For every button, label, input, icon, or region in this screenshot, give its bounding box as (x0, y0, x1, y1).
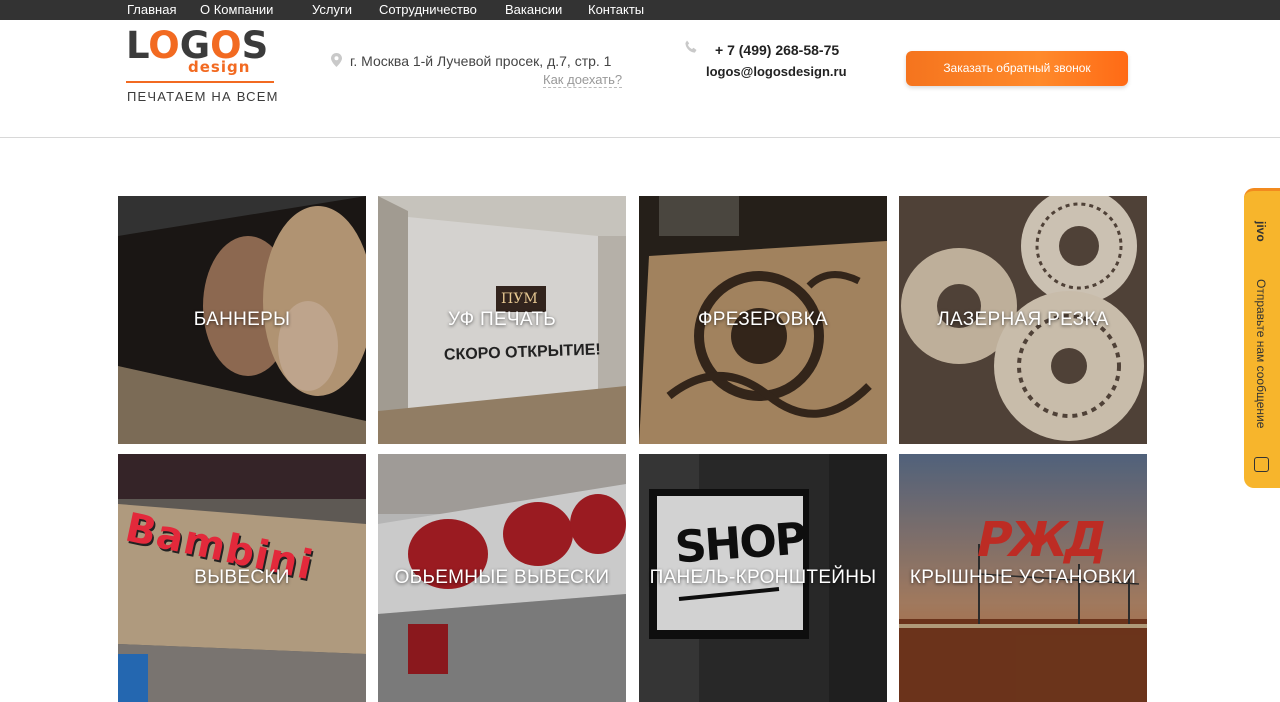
map-pin-icon (331, 53, 342, 67)
logo-divider (126, 81, 274, 83)
logo-tagline: ПЕЧАТАЕМ НА ВСЕМ (127, 89, 279, 104)
photo-sign-text: ПУМ (501, 291, 538, 307)
service-tile-laser-cutting[interactable]: ЛАЗЕРНАЯ РЕЗКА (899, 196, 1147, 444)
service-tile-uv-print[interactable]: ПУМ СКОРО ОТКРЫТИЕ! УФ ПЕЧАТЬ (378, 196, 626, 444)
service-label: ФРЕЗЕРОВКА (698, 309, 828, 330)
logo-subtitle: design (188, 58, 251, 76)
nav-about[interactable]: О Компании (200, 2, 273, 18)
service-label: ЛАЗЕРНАЯ РЕЗКА (937, 309, 1109, 330)
phone-number[interactable]: + 7 (499) 268-58-75 (715, 42, 839, 58)
service-label: УФ ПЕЧАТЬ (447, 309, 557, 330)
service-label: БАННЕРЫ (193, 309, 291, 330)
nav-contacts[interactable]: Контакты (588, 2, 644, 18)
service-tile-signs[interactable]: Bambini ВЫВЕСКИ (118, 454, 366, 702)
top-navigation: Главная О Компании Услуги Сотрудничество… (0, 0, 1280, 20)
service-tile-panel-brackets[interactable]: SHOP ПАНЕЛЬ-КРОНШТЕЙНЫ (639, 454, 887, 702)
site-header: LOGOS design ПЕЧАТАЕМ НА ВСЕМ г. Москва … (0, 20, 1280, 138)
service-label: ПАНЕЛЬ-КРОНШТЕЙНЫ (649, 567, 877, 588)
service-label: КРЫШНЫЕ УСТАНОВКИ (909, 567, 1137, 588)
service-tile-banners[interactable]: БАННЕРЫ (118, 196, 366, 444)
nav-services[interactable]: Услуги (312, 2, 352, 18)
nav-cooperation[interactable]: Сотрудничество (379, 2, 477, 18)
phone-icon (685, 40, 697, 53)
service-label: ОБЬЕМНЫЕ ВЫВЕСКИ (394, 567, 610, 588)
nav-home[interactable]: Главная (127, 2, 176, 18)
service-tile-milling[interactable]: ФРЕЗЕРОВКА (639, 196, 887, 444)
service-label: ВЫВЕСКИ (194, 567, 290, 588)
chat-widget[interactable]: jivo Отправьте нам сообщение (1244, 188, 1280, 488)
email-link[interactable]: logos@logosdesign.ru (706, 64, 847, 79)
jivo-logo: jivo (1254, 221, 1268, 242)
service-tile-roof-installations[interactable]: РЖД КРЫШНЫЕ УСТАНОВКИ (899, 454, 1147, 702)
chat-widget-text: Отправьте нам сообщение (1254, 279, 1268, 429)
request-callback-button[interactable]: Заказать обратный звонок (906, 51, 1128, 86)
directions-link[interactable]: Как доехать? (543, 72, 623, 88)
service-tile-3d-signs[interactable]: ОБЬЕМНЫЕ ВЫВЕСКИ (378, 454, 626, 702)
logo[interactable]: LOGOS design ПЕЧАТАЕМ НА ВСЕМ (126, 27, 279, 108)
nav-vacancies[interactable]: Вакансии (505, 2, 562, 18)
address-text: г. Москва 1-й Лучевой просек, д.7, стр. … (350, 53, 612, 69)
message-icon (1254, 457, 1269, 472)
